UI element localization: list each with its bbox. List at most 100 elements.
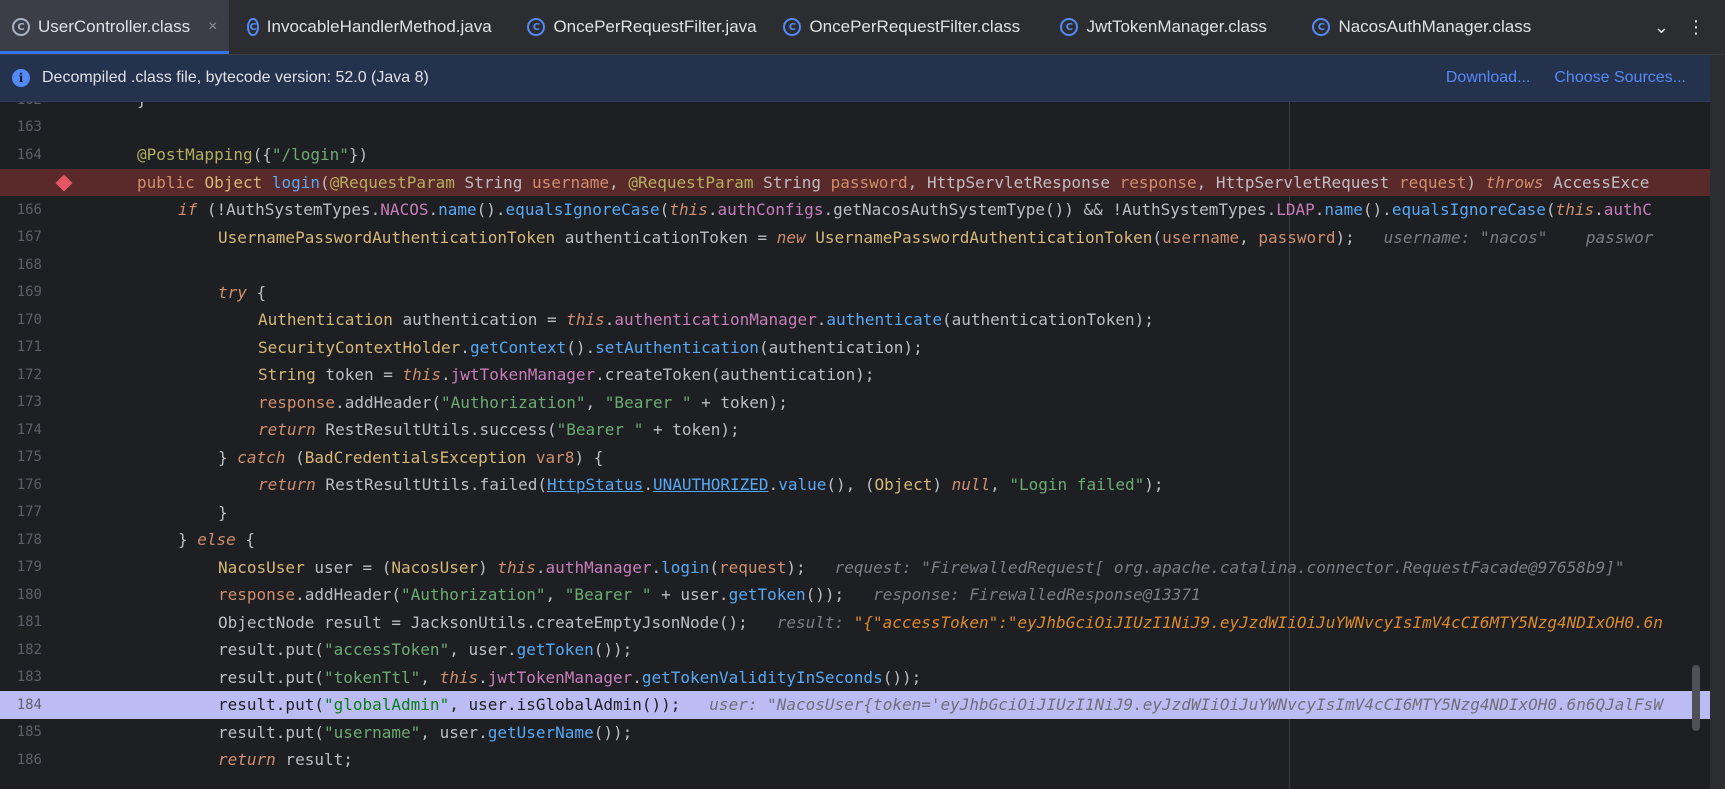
line-number: 176 [16,476,42,493]
line-number: 170 [16,311,42,328]
code-text: result.put("globalAdmin", user.isGlobalA… [218,695,1663,715]
line-number: 168 [16,256,42,273]
code-line: 179 NacosUser user = (NacosUser) this.au… [0,554,1710,582]
tab-label: OncePerRequestFilter.java [553,17,757,36]
line-number: 175 [16,449,42,466]
code-text: SecurityContextHolder.getContext().setAu… [258,337,923,357]
inline-debug-hint: request: "FirewalledRequest[ org.apache.… [834,557,1625,577]
close-icon[interactable]: × [208,18,217,36]
code-text: } [137,102,147,109]
editor-tab-bar: C UserController.class × C InvocableHand… [0,0,1725,55]
inline-debug-hint: result: [776,612,854,632]
code-line: 172 String token = this.jwtTokenManager.… [0,361,1710,389]
code-line: 178 } else { [0,526,1710,554]
code-line: 168 [0,251,1710,279]
code-line: 180 response.addHeader("Authorization", … [0,581,1710,609]
decompiled-info-banner: i Decompiled .class file, bytecode versi… [0,55,1710,102]
right-tool-strip [1710,55,1725,789]
line-number: 186 [16,751,42,768]
line-number: 182 [16,641,42,658]
code-text: response.addHeader("Authorization", "Bea… [258,392,788,412]
line-number: 173 [16,394,42,411]
code-line: 183 result.put("tokenTtl", this.jwtToken… [0,664,1710,692]
class-icon: C [12,18,30,36]
tab-label: UserController.class [38,17,191,36]
tab-label: InvocableHandlerMethod.java [266,17,492,36]
line-number: 180 [16,586,42,603]
code-line: 167 UsernamePasswordAuthenticationToken … [0,224,1710,252]
tab-nacosauthmanager-class[interactable]: C NacosAuthManager.class [1302,0,1543,54]
line-number: 169 [16,284,42,301]
code-line: 176 return RestResultUtils.failed(HttpSt… [0,471,1710,499]
code-text: } [218,502,228,522]
line-number: 162 [0,102,42,108]
tab-label: NacosAuthManager.class [1338,17,1532,36]
vertical-scrollbar[interactable] [1692,665,1700,731]
code-line: 185 result.put("username", user.getUserN… [0,719,1710,747]
code-line: 173 response.addHeader("Authorization", … [0,389,1710,417]
code-text: result.put("accessToken", user.getToken(… [218,640,633,660]
line-number: 167 [16,229,42,246]
code-line: 169 try { [0,279,1710,307]
code-line: 177 } [0,499,1710,527]
chevron-down-icon[interactable]: ⌄ [1654,17,1669,38]
tab-invocablehandlermethod-java[interactable]: C InvocableHandlerMethod.java [229,0,495,54]
code-line: 182 result.put("accessToken", user.getTo… [0,636,1710,664]
code-line-breakpoint: public Object login(@RequestParam String… [0,168,1710,196]
code-text: public Object login(@RequestParam String… [137,172,1650,192]
code-line: 171 SecurityContextHolder.getContext().s… [0,334,1710,362]
line-number: 184 [16,696,42,713]
code-line: 181 ObjectNode result = JacksonUtils.cre… [0,609,1710,637]
banner-message: Decompiled .class file, bytecode version… [42,69,429,86]
tab-label: OncePerRequestFilter.class [809,17,1021,36]
code-line: 166 if (!AuthSystemTypes.NACOS.name().eq… [0,196,1710,224]
code-text: Authentication authentication = this.aut… [258,310,1154,330]
inline-debug-hint: user: "NacosUser{token='eyJhbGciOiJIUzI1… [709,695,1663,715]
code-line: 174 return RestResultUtils.success("Bear… [0,416,1710,444]
code-text: return RestResultUtils.failed(HttpStatus… [258,475,1164,495]
code-text: NacosUser user = (NacosUser) this.authMa… [218,557,1625,577]
class-icon: C [1312,18,1331,36]
download-link[interactable]: Download... [1446,69,1531,87]
line-number: 172 [16,366,42,383]
choose-sources-link[interactable]: Choose Sources... [1554,69,1686,87]
line-number: 177 [16,504,42,521]
line-number: 178 [16,531,42,548]
line-number: 171 [16,339,42,356]
code-text: return RestResultUtils.success("Bearer "… [258,420,740,440]
code-line: 175 } catch (BadCredentialsException var… [0,444,1710,472]
code-text: return result; [218,750,353,770]
line-number: 179 [16,559,42,576]
code-line: 163 [0,114,1710,142]
code-text: } else { [178,530,256,550]
code-text: ObjectNode result = JacksonUtils.createE… [218,612,1663,632]
code-line: 170 Authentication authentication = this… [0,306,1710,334]
code-text: } catch (BadCredentialsException var8) { [218,447,604,467]
tab-label: JwtTokenManager.class [1086,17,1267,36]
tab-jwttokenmanager-class[interactable]: C JwtTokenManager.class [1060,0,1302,54]
code-text: String token = this.jwtTokenManager.crea… [258,365,875,385]
code-text: result.put("tokenTtl", this.jwtTokenMana… [218,667,922,687]
more-options-icon[interactable]: ⋮ [1687,17,1705,38]
line-number: 166 [16,201,42,218]
tab-usercontroller-class[interactable]: C UserController.class × [0,0,230,54]
info-icon: i [12,69,30,87]
line-number: 183 [16,669,42,686]
inline-debug-hint: response: FirewalledResponse@13371 [873,585,1201,605]
code-line: 162 } [0,102,1710,114]
tab-onceperrequestfilter-class[interactable]: C OncePerRequestFilter.class [775,0,1060,54]
code-text: UsernamePasswordAuthenticationToken auth… [218,227,1654,247]
code-text: response.addHeader("Authorization", "Bea… [218,585,1201,605]
code-editor[interactable]: 162 } 163 164 @PostMapping({"/login"}) p… [0,102,1710,789]
line-number: 181 [16,614,42,631]
breakpoint-icon[interactable] [55,174,73,191]
code-text: result.put("username", user.getUserName(… [218,722,633,742]
code-line: 186 return result; [0,746,1710,774]
line-number: 163 [16,119,42,136]
class-icon: C [527,18,546,36]
code-text: try { [218,282,267,302]
code-line: 164 @PostMapping({"/login"}) [0,141,1710,169]
code-line-current: 184 result.put("globalAdmin", user.isGlo… [0,691,1710,719]
tab-onceperrequestfilter-java[interactable]: C OncePerRequestFilter.java [495,0,775,54]
class-icon: C [1060,18,1079,36]
